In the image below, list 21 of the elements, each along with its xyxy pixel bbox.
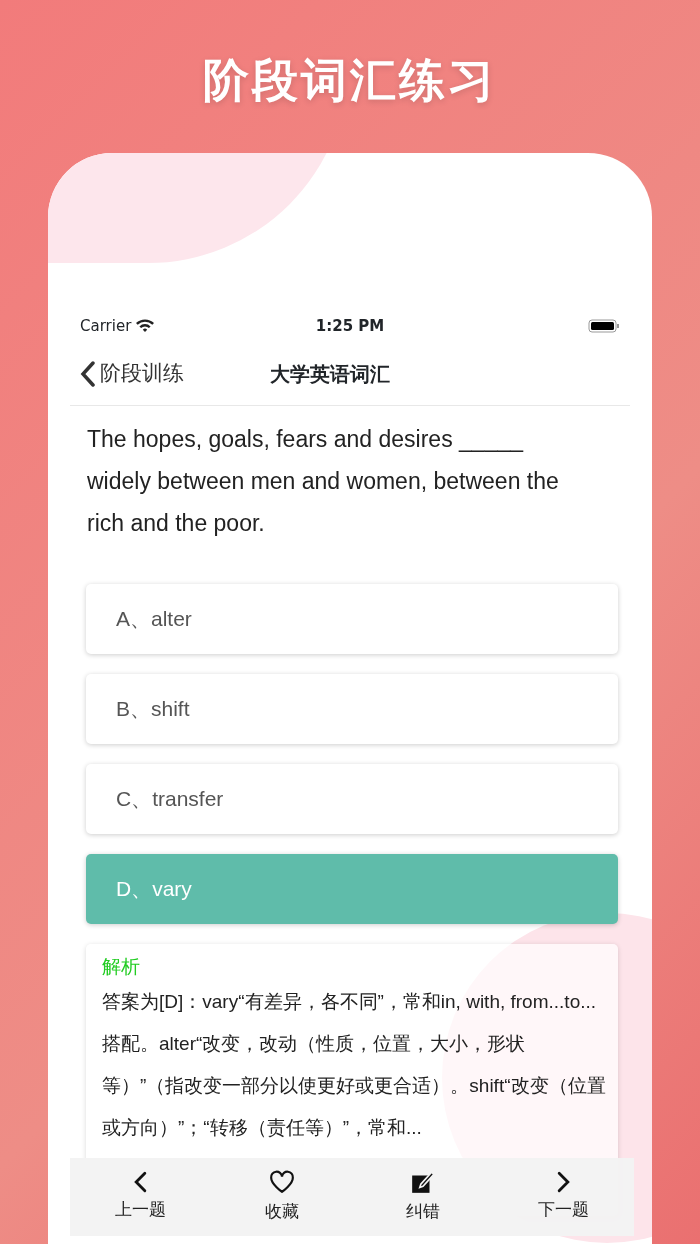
question-text: The hopes, goals, fears and desires _____ widely between men and women, between the rich and the poor.: [86, 425, 560, 538]
status-time: 1:25 PM: [315, 316, 385, 335]
analysis-text: 答案为[D]：vary“有差异，各不同”，常和in, with, from...to...搭配。alter“改变，改动（性质，位置，大小，形状等）”（指改变一部分以使更好或更合适）。shift“改变（位置或方向）”；“转移（责任等）”，常和...: [102, 989, 606, 1140]
chevron-left-icon: [134, 1171, 147, 1194]
page-title: 大学英语词汇: [270, 361, 390, 388]
answer-option[interactable]: A、alter: [86, 584, 618, 654]
carrier-name: Carrier: [80, 315, 132, 337]
next-button[interactable]: 下一题: [493, 1158, 634, 1236]
back-button[interactable]: 阶段训练: [80, 358, 270, 390]
heart-icon: [268, 1169, 295, 1196]
chevron-right-icon: [557, 1171, 570, 1194]
wifi-icon: [135, 318, 156, 334]
back-icon: [80, 361, 96, 387]
edit-button[interactable]: 纠错: [352, 1158, 493, 1236]
answer-option[interactable]: B、shift: [86, 674, 618, 744]
answer-option[interactable]: C、transfer: [86, 764, 618, 834]
analysis-title: 解析: [102, 954, 141, 979]
prev-button[interactable]: 上一题: [70, 1158, 211, 1236]
battery-icon: [588, 319, 620, 333]
headline: 阶段词汇练习: [202, 52, 498, 109]
favorite-button[interactable]: 收藏: [211, 1158, 352, 1236]
